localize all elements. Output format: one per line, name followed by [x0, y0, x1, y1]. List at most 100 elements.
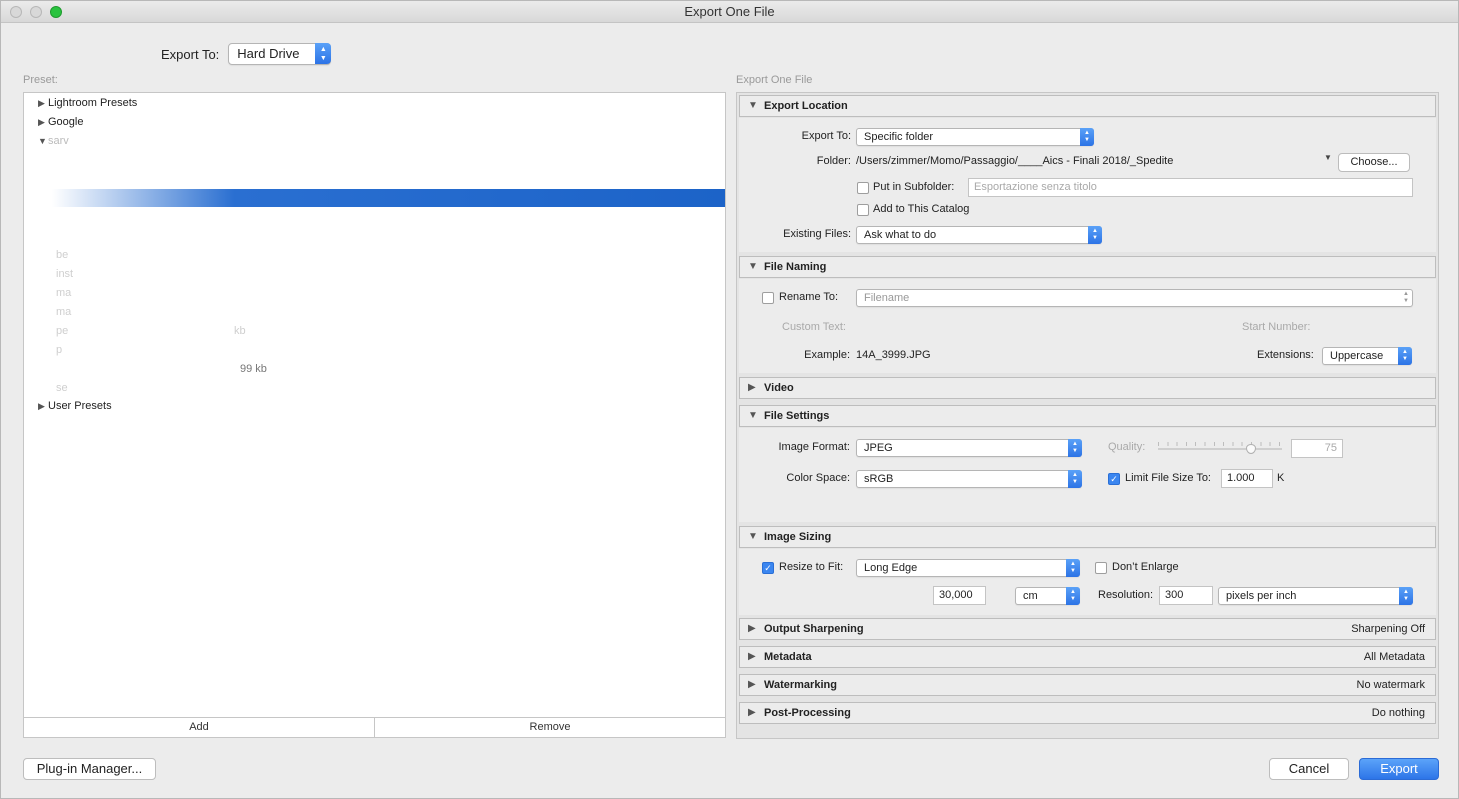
- preset-item-faded[interactable]: p: [56, 344, 62, 356]
- select-arrows-icon: ▲ ▼: [1403, 291, 1409, 304]
- disclosure-right-icon: ▶: [748, 651, 756, 662]
- resize-to-fit-label: Resize to Fit:: [779, 561, 844, 573]
- disclosure-down-icon: ▼: [748, 531, 758, 542]
- preset-item-faded[interactable]: inst: [56, 268, 73, 280]
- color-space-select[interactable]: sRGB ▲ ▼: [856, 470, 1082, 488]
- resolution-unit-value: pixels per inch: [1226, 590, 1297, 602]
- export-location-header[interactable]: ▼ Export Location: [739, 95, 1436, 117]
- post-processing-header[interactable]: ▶ Post-Processing Do nothing: [739, 702, 1436, 724]
- quality-input[interactable]: 75: [1291, 439, 1343, 458]
- extensions-value: Uppercase: [1330, 350, 1384, 362]
- image-sizing-header[interactable]: ▼ Image Sizing: [739, 526, 1436, 548]
- rename-checkbox[interactable]: [762, 292, 774, 304]
- add-preset-button[interactable]: Add: [24, 718, 375, 737]
- preset-item-faded-size: 99 kb: [240, 363, 267, 375]
- dont-enlarge-checkbox[interactable]: [1095, 562, 1107, 574]
- limit-size-input[interactable]: 1.000: [1221, 469, 1273, 488]
- folder-path: /Users/zimmer/Momo/Passaggio/____Aics - …: [856, 155, 1174, 167]
- resolution-input[interactable]: 300: [1159, 586, 1213, 605]
- preset-item-faded[interactable]: ma: [56, 287, 71, 299]
- resize-mode-select[interactable]: Long Edge ▲ ▼: [856, 559, 1080, 577]
- existing-files-label: Existing Files:: [783, 228, 851, 240]
- image-sizing-body: [739, 549, 1436, 615]
- preset-folder-user[interactable]: ▶ User Presets: [38, 397, 112, 415]
- choose-folder-button[interactable]: Choose...: [1338, 153, 1410, 172]
- image-format-value: JPEG: [864, 442, 893, 454]
- color-space-label: Color Space:: [786, 472, 850, 484]
- existing-files-value: Ask what to do: [864, 229, 937, 241]
- extensions-label: Extensions:: [1257, 349, 1314, 361]
- recent-folders-icon[interactable]: ▼: [1324, 153, 1332, 162]
- quality-slider-ticks: [1158, 442, 1282, 446]
- select-arrows-icon: ▲ ▼: [1398, 347, 1412, 365]
- disclosure-right-icon: ▶: [748, 679, 756, 690]
- folder-label: Folder:: [816, 155, 851, 167]
- output-sharpening-summary: Sharpening Off: [1351, 623, 1425, 635]
- metadata-header[interactable]: ▶ Metadata All Metadata: [739, 646, 1436, 668]
- preset-folder-google[interactable]: ▶ Google: [38, 113, 83, 131]
- cancel-button[interactable]: Cancel: [1269, 758, 1349, 780]
- preset-folder-lightroom[interactable]: ▶ Lightroom Presets: [38, 94, 137, 112]
- minimize-window-button[interactable]: [30, 6, 42, 18]
- add-to-catalog-checkbox[interactable]: [857, 204, 869, 216]
- resolution-unit-select[interactable]: pixels per inch ▲ ▼: [1218, 587, 1413, 605]
- select-arrows-icon: ▲ ▼: [1066, 559, 1080, 577]
- export-to-label: Export To:: [161, 46, 220, 62]
- disclosure-down-icon: ▼: [748, 100, 758, 111]
- preset-item-faded[interactable]: ma: [56, 306, 71, 318]
- post-processing-summary: Do nothing: [1371, 707, 1425, 719]
- export-destination-row: Export To: Hard Drive ▲ ▼: [161, 43, 332, 65]
- dont-enlarge-label: Don’t Enlarge: [1112, 561, 1179, 573]
- video-header[interactable]: ▶ Video: [739, 377, 1436, 399]
- limit-size-label: Limit File Size To:: [1125, 472, 1211, 484]
- extensions-select[interactable]: Uppercase ▲ ▼: [1322, 347, 1412, 365]
- select-arrows-icon: ▲ ▼: [1088, 226, 1102, 244]
- plugin-manager-button[interactable]: Plug-in Manager...: [23, 758, 156, 780]
- disclosure-right-icon: ▶: [38, 98, 45, 108]
- image-format-select[interactable]: JPEG ▲ ▼: [856, 439, 1082, 457]
- watermarking-summary: No watermark: [1356, 679, 1425, 691]
- size-unit-select[interactable]: cm ▲ ▼: [1015, 587, 1080, 605]
- custom-text-label: Custom Text:: [782, 321, 846, 333]
- preset-caption: Preset:: [23, 74, 58, 86]
- remove-preset-button[interactable]: Remove: [375, 718, 725, 737]
- disclosure-down-icon: ▼: [748, 261, 758, 272]
- existing-files-select[interactable]: Ask what to do ▲ ▼: [856, 226, 1102, 244]
- preset-item-faded[interactable]: se: [56, 382, 68, 394]
- disclosure-right-icon: ▶: [748, 623, 756, 634]
- preset-item-faded[interactable]: be: [56, 249, 68, 261]
- zoom-window-button[interactable]: [50, 6, 62, 18]
- file-settings-header[interactable]: ▼ File Settings: [739, 405, 1436, 427]
- rename-template-select[interactable]: Filename ▲ ▼: [856, 289, 1413, 307]
- subfolder-input[interactable]: Esportazione senza titolo: [968, 178, 1413, 197]
- output-sharpening-header[interactable]: ▶ Output Sharpening Sharpening Off: [739, 618, 1436, 640]
- location-export-to-label: Export To:: [801, 130, 851, 142]
- disclosure-right-icon: ▶: [38, 117, 45, 127]
- rename-template-value: Filename: [864, 292, 910, 304]
- select-arrows-icon: ▲ ▼: [1399, 587, 1413, 605]
- size-value-input[interactable]: 30,000: [933, 586, 986, 605]
- limit-size-checkbox[interactable]: ✓: [1108, 473, 1120, 485]
- export-dialog-window: Export One File Export To: Hard Drive ▲ ▼…: [0, 0, 1459, 799]
- export-location-select[interactable]: Specific folder ▲ ▼: [856, 128, 1094, 146]
- close-window-button[interactable]: [10, 6, 22, 18]
- export-destination-select[interactable]: Hard Drive ▲ ▼: [228, 43, 332, 65]
- disclosure-down-icon: ▼: [38, 136, 47, 146]
- quality-slider-track[interactable]: [1158, 448, 1282, 450]
- add-to-catalog-label: Add to This Catalog: [873, 203, 970, 215]
- preset-item-faded-size: kb: [234, 325, 246, 337]
- resize-to-fit-checkbox[interactable]: ✓: [762, 562, 774, 574]
- export-button[interactable]: Export: [1359, 758, 1439, 780]
- export-location-value: Specific folder: [864, 131, 934, 143]
- disclosure-right-icon: ▶: [748, 382, 756, 393]
- example-filename: 14A_3999.JPG: [856, 349, 931, 361]
- file-naming-header[interactable]: ▼ File Naming: [739, 256, 1436, 278]
- preset-folder-sarv[interactable]: ▼sarv: [38, 132, 69, 150]
- selected-preset-row[interactable]: [24, 189, 725, 207]
- select-arrows-icon: ▲ ▼: [1068, 470, 1082, 488]
- preset-item-faded[interactable]: pe: [56, 325, 68, 337]
- watermarking-header[interactable]: ▶ Watermarking No watermark: [739, 674, 1436, 696]
- preset-button-bar: Add Remove: [24, 717, 725, 737]
- resolution-label: Resolution:: [1098, 589, 1154, 601]
- subfolder-checkbox[interactable]: [857, 182, 869, 194]
